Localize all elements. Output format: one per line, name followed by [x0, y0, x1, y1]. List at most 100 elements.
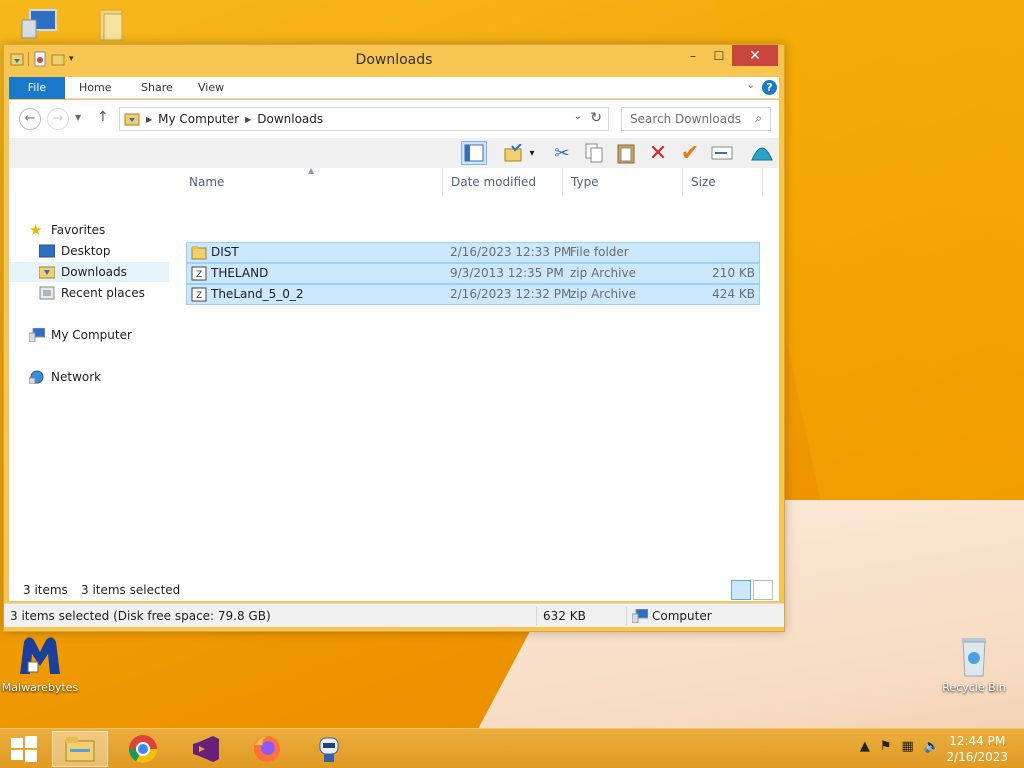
nav-my-computer[interactable]: My Computer [9, 325, 169, 345]
toolbar: ▾ ✂ ✕ ✔ [9, 138, 779, 168]
taskbar-explorer[interactable] [52, 731, 108, 767]
maximize-button[interactable]: ☐ [706, 45, 732, 66]
layout-icon [464, 144, 484, 162]
folder-check-icon [504, 144, 522, 162]
forward-button[interactable]: → [47, 108, 69, 130]
downloads-folder-icon [124, 113, 140, 126]
tab-home[interactable]: Home [79, 77, 111, 99]
expand-ribbon-icon[interactable]: ⌄ [747, 80, 755, 91]
large-icons-view-icon[interactable] [753, 580, 773, 600]
file-row[interactable]: Z TheLand_5_0_2 2/16/2023 12:32 PM zip A… [186, 284, 760, 305]
taskbar: ▲ ⚑ ▦ 🔈 12:44 PM 2/16/2023 [0, 728, 1024, 768]
tab-file[interactable]: File [9, 77, 65, 99]
taskbar-chrome[interactable] [115, 731, 171, 767]
recent-locations-icon[interactable]: ▼ [75, 113, 81, 122]
clock-time: 12:44 PM [949, 734, 1006, 748]
rename-icon[interactable] [709, 141, 735, 165]
help-button[interactable]: ? [762, 80, 777, 95]
shell-icon[interactable] [749, 141, 775, 165]
address-bar[interactable]: ▶ My Computer ▶ Downloads ⌄ ↻ [119, 107, 609, 131]
nav-network[interactable]: Network [9, 367, 169, 387]
nav-network-label: Network [51, 370, 102, 384]
folder-options-dropdown-icon[interactable]: ▾ [525, 141, 539, 165]
chevron-right-icon: ▶ [245, 114, 252, 124]
copy-icon[interactable] [581, 141, 607, 165]
network-icon [29, 370, 44, 384]
content-area: ★ Favorites Desktop Downloads Recent pla… [9, 166, 779, 601]
desktop-icon-computer[interactable] [0, 6, 80, 45]
selected-count: 3 items selected [81, 583, 181, 597]
column-header-date[interactable]: Date modified [443, 168, 563, 196]
file-row[interactable]: DIST 2/16/2023 12:33 PM File folder [186, 242, 760, 263]
svg-text:Z: Z [196, 291, 202, 301]
desktop-icon-folder[interactable] [72, 6, 152, 47]
search-input[interactable]: Search Downloads ⌕ [621, 107, 771, 131]
file-type: zip Archive [570, 287, 636, 301]
volume-icon[interactable]: 🔈 [924, 739, 940, 754]
file-row[interactable]: Z THELAND 9/3/2013 12:35 PM zip Archive … [186, 263, 760, 284]
preview-pane-button[interactable] [461, 141, 487, 165]
desktop-icon-malwarebytes[interactable]: Malwarebytes [0, 632, 80, 694]
taskbar-visual-studio[interactable] [177, 731, 233, 767]
start-button[interactable] [0, 731, 48, 767]
nav-recent-places-label: Recent places [61, 286, 145, 300]
caption-buttons: – ☐ ✕ [680, 45, 778, 66]
svg-text:Z: Z [196, 270, 202, 280]
status-detail: 3 items selected (Disk free space: 79.8 … [10, 609, 271, 623]
nav-favorites[interactable]: ★ Favorites [9, 220, 169, 240]
file-type: zip Archive [570, 266, 636, 280]
clock[interactable]: 12:44 PM 2/16/2023 [946, 733, 1008, 765]
checkmark-icon[interactable]: ✔ [677, 141, 703, 166]
computer-icon [21, 9, 57, 39]
nav-downloads[interactable]: Downloads [9, 262, 169, 282]
search-icon[interactable]: ⌕ [755, 111, 762, 126]
network-status-icon[interactable]: ▦ [902, 739, 914, 754]
status-separator [626, 607, 627, 625]
nav-downloads-label: Downloads [61, 265, 127, 279]
breadcrumb-downloads[interactable]: Downloads [257, 112, 323, 126]
nav-desktop[interactable]: Desktop [9, 241, 169, 261]
folder-icon [191, 246, 207, 260]
recent-places-icon [39, 286, 55, 300]
nav-favorites-label: Favorites [51, 223, 106, 237]
cut-icon[interactable]: ✂ [549, 141, 575, 165]
refresh-icon[interactable]: ↻ [590, 110, 602, 126]
robot-app-icon [319, 737, 339, 762]
column-header-name[interactable]: Name [181, 168, 443, 196]
title-bar[interactable]: ▾ Downloads – ☐ ✕ [4, 45, 784, 75]
breadcrumb-my-computer[interactable]: My Computer [158, 112, 239, 126]
taskbar-app-robot[interactable] [301, 731, 357, 767]
action-center-flag-icon[interactable]: ⚑ [880, 739, 892, 754]
status-bar: 3 items selected (Disk free space: 79.8 … [4, 603, 784, 627]
close-button[interactable]: ✕ [732, 45, 778, 66]
show-hidden-icons-icon[interactable]: ▲ [860, 739, 870, 754]
chrome-icon [129, 735, 157, 763]
folder-options-button[interactable] [501, 141, 527, 165]
address-bar-row: ← → ▼ ↑ ▶ My Computer ▶ Downloads ⌄ ↻ Se… [9, 100, 779, 138]
clock-date: 2/16/2023 [946, 750, 1008, 764]
up-button[interactable]: ↑ [97, 109, 109, 125]
details-view-icon[interactable] [731, 580, 751, 600]
address-dropdown-icon[interactable]: ⌄ [574, 111, 582, 122]
back-button[interactable]: ← [19, 108, 41, 130]
nav-desktop-label: Desktop [61, 244, 111, 258]
paste-icon[interactable] [613, 141, 639, 165]
column-header-size[interactable]: Size [683, 168, 763, 196]
minimize-button[interactable]: – [680, 45, 706, 66]
nav-recent-places[interactable]: Recent places [9, 283, 169, 303]
visual-studio-icon [193, 736, 219, 762]
desktop-icon-label: Malwarebytes [1, 681, 79, 694]
taskbar-firefox[interactable] [239, 731, 295, 767]
item-count: 3 items [23, 583, 68, 597]
file-size: 210 KB [712, 266, 755, 280]
tab-view[interactable]: View [198, 77, 224, 99]
desktop-icon-recycle-bin[interactable]: Recycle Bin [934, 632, 1014, 694]
delete-icon[interactable]: ✕ [645, 141, 671, 166]
tab-share[interactable]: Share [141, 77, 173, 99]
navigation-pane: ★ Favorites Desktop Downloads Recent pla… [9, 168, 169, 601]
downloads-icon [39, 266, 55, 279]
column-header-type[interactable]: Type [563, 168, 683, 196]
status-size: 632 KB [543, 609, 586, 623]
recycle-bin-icon [962, 638, 986, 677]
search-placeholder: Search Downloads [630, 112, 741, 126]
